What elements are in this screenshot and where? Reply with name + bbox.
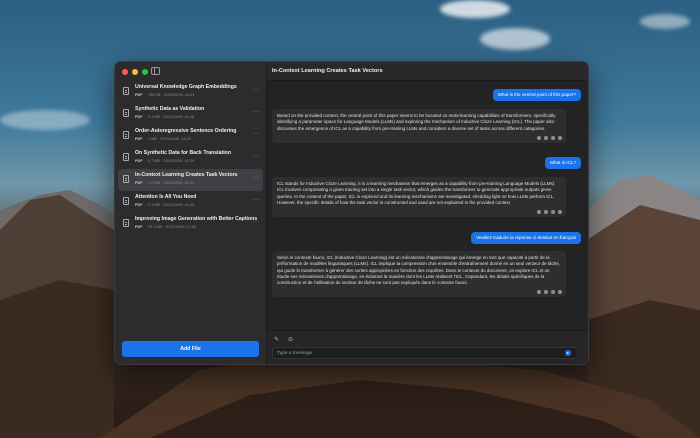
close-window-button[interactable] <box>122 69 128 75</box>
document-icon <box>123 197 129 205</box>
paperclip-icon[interactable]: ✎ <box>274 336 279 343</box>
document-icon <box>123 87 129 95</box>
document-icon <box>123 131 129 139</box>
file-meta: PDF · 3.1 MB · 2023/10/09, 14:28 <box>135 115 194 119</box>
file-title: Attention Is All You Need <box>135 194 197 200</box>
file-type: PDF <box>135 137 143 141</box>
document-icon <box>123 175 129 183</box>
message-actions <box>537 135 562 140</box>
send-icon[interactable] <box>565 350 571 356</box>
file-meta: PDF · 758 KB · 2023/09/26, 14:34 <box>135 93 194 97</box>
document-icon <box>123 219 129 227</box>
assistant-message: Selon le contexte fourni, ICL (Inductive… <box>272 251 566 298</box>
file-details: · 1.2 MB · 2023/10/09, 14:31 <box>145 181 194 185</box>
file-details: · 2.1 MB · 2023/10/09, 14:33 <box>145 203 194 207</box>
thumbs-up-icon[interactable] <box>551 290 555 295</box>
file-meta: PDF · 2.1 MB · 2023/10/09, 14:33 <box>135 203 194 207</box>
regenerate-icon[interactable] <box>544 290 548 295</box>
file-item[interactable]: Improving Image Generation with Better C… <box>118 213 263 235</box>
chat-panel: In-Context Learning Creates Task Vectors… <box>267 62 588 364</box>
window-controls <box>122 69 148 75</box>
file-meta: PDF · 29.1 MB · 2023/10/09, 17:08 <box>135 225 196 229</box>
more-icon[interactable]: ··· <box>253 87 261 93</box>
file-item-active[interactable]: In-Context Learning Creates Task Vectors… <box>118 169 263 191</box>
file-details: · 758 KB · 2023/09/26, 14:34 <box>145 93 195 97</box>
file-meta: PDF · 1.7 MB · 2023/10/09, 14:29 <box>135 159 194 163</box>
file-title: On Synthetic Data for Back Translation <box>135 150 231 156</box>
thumbs-down-icon[interactable] <box>558 210 562 215</box>
assistant-message-text: ICL stands for Inductive Cloze Learning.… <box>277 181 556 205</box>
file-details: · 3.1 MB · 2023/10/09, 14:28 <box>145 115 194 119</box>
message-actions <box>537 210 562 215</box>
file-meta: PDF · 1.2 MB · 2023/10/09, 14:31 <box>135 181 194 185</box>
document-icon <box>123 153 129 161</box>
more-icon[interactable]: ··· <box>253 153 261 159</box>
copy-icon[interactable] <box>537 210 541 215</box>
zoom-window-button[interactable] <box>142 69 148 75</box>
file-title: Improving Image Generation with Better C… <box>135 216 258 222</box>
file-title: Synthetic Data as Validation <box>135 106 205 112</box>
more-icon[interactable]: ··· <box>253 175 261 181</box>
more-icon[interactable]: ··· <box>253 109 261 115</box>
file-title: In-Context Learning Creates Task Vectors <box>135 172 238 178</box>
message-input[interactable]: Type a message <box>272 347 578 359</box>
file-item[interactable]: Attention Is All You Need PDF · 2.1 MB · … <box>118 191 263 213</box>
composer: ✎ ⊖ Type a message <box>267 330 588 364</box>
file-type: PDF <box>135 93 143 97</box>
document-title: In-Context Learning Creates Task Vectors <box>272 68 383 74</box>
file-item[interactable]: Order-Autoregressive Sentence Ordering P… <box>118 125 263 147</box>
file-title: Order-Autoregressive Sentence Ordering <box>135 128 237 134</box>
more-icon[interactable]: ··· <box>253 219 261 225</box>
file-type: PDF <box>135 115 143 119</box>
file-details: · 1 MB · 2023/10/09, 14:29 <box>145 137 191 141</box>
file-title: Universal Knowledge Graph Embeddings <box>135 84 237 90</box>
thumbs-down-icon[interactable] <box>558 290 562 295</box>
file-item[interactable]: Synthetic Data as Validation PDF · 3.1 MB… <box>118 103 263 125</box>
file-list: Universal Knowledge Graph Embeddings PDF… <box>118 81 263 235</box>
assistant-message-text: Selon le contexte fourni, ICL (Inductive… <box>277 255 560 286</box>
file-details: · 29.1 MB · 2023/10/09, 17:08 <box>145 225 197 229</box>
thumbs-down-icon[interactable] <box>558 135 562 140</box>
message-input-placeholder: Type a message <box>277 351 313 356</box>
file-type: PDF <box>135 181 143 185</box>
copy-icon[interactable] <box>537 290 541 295</box>
add-file-button[interactable]: Add File <box>122 341 259 357</box>
user-message: What is the central point of this paper? <box>492 89 581 101</box>
thumbs-up-icon[interactable] <box>551 135 555 140</box>
copy-icon[interactable] <box>537 135 541 140</box>
chat-header: In-Context Learning Creates Task Vectors <box>267 62 588 81</box>
assistant-message: ICL stands for Inductive Cloze Learning.… <box>272 177 566 218</box>
file-item[interactable]: On Synthetic Data for Back Translation P… <box>118 147 263 169</box>
regenerate-icon[interactable] <box>544 210 548 215</box>
file-type: PDF <box>135 225 143 229</box>
file-item[interactable]: Universal Knowledge Graph Embeddings PDF… <box>118 81 263 103</box>
more-icon[interactable]: ··· <box>253 131 261 137</box>
user-message: What is ICL? <box>544 157 581 169</box>
regenerate-icon[interactable] <box>544 135 548 140</box>
file-type: PDF <box>135 203 143 207</box>
assistant-message: Based on the provided context, the centr… <box>272 109 566 143</box>
message-actions <box>537 290 562 295</box>
document-icon <box>123 109 129 117</box>
minimize-window-button[interactable] <box>132 69 138 75</box>
assistant-message-text: Based on the provided context, the centr… <box>277 113 556 131</box>
app-window: Universal Knowledge Graph Embeddings PDF… <box>114 61 589 365</box>
file-meta: PDF · 1 MB · 2023/10/09, 14:29 <box>135 137 191 141</box>
user-message: Veuillez traduire la réponse ci-dessus e… <box>471 232 581 244</box>
file-type: PDF <box>135 159 143 163</box>
file-details: · 1.7 MB · 2023/10/09, 14:29 <box>145 159 194 163</box>
sidebar: Universal Knowledge Graph Embeddings PDF… <box>115 62 267 364</box>
thumbs-up-icon[interactable] <box>551 210 555 215</box>
sidebar-toggle-icon[interactable] <box>151 67 160 75</box>
more-icon[interactable]: ··· <box>253 197 261 203</box>
link-icon[interactable]: ⊖ <box>288 336 293 343</box>
